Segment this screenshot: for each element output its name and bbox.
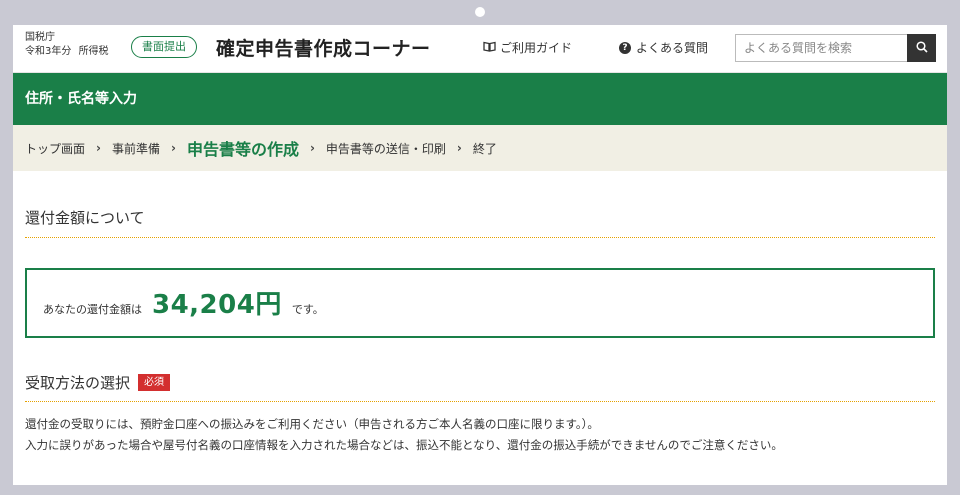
- faq-label: よくある質問: [636, 41, 709, 55]
- receipt-note-line1: 還付金の受取りには、預貯金口座への振込みをご利用ください（申告される方ご本人名義…: [25, 417, 599, 431]
- refund-amount-box: あなたの還付金額は 34,204円 です。: [25, 268, 935, 338]
- chevron-right-icon: ›: [309, 141, 315, 155]
- receipt-method-title: 受取方法の選択: [25, 374, 131, 392]
- browser-screen: 国税庁 令和3年分 所得税 書面提出 確定申告書作成コーナー ご利用ガイド ? …: [13, 25, 947, 485]
- faq-search: [735, 34, 936, 62]
- agency-name: 国税庁: [25, 32, 55, 43]
- book-icon: [483, 41, 496, 55]
- chevron-right-icon: ›: [456, 141, 462, 155]
- submit-method-badge: 書面提出: [131, 36, 197, 58]
- tax-year: 令和3年分: [25, 46, 72, 57]
- chevron-right-icon: ›: [96, 141, 101, 155]
- refund-heading: 還付金額について: [25, 207, 935, 238]
- site-title: 確定申告書作成コーナー: [216, 38, 431, 60]
- faq-search-input[interactable]: [735, 34, 907, 62]
- faq-link[interactable]: ? よくある質問: [619, 39, 708, 56]
- breadcrumb: トップ画面 › 事前準備 › 申告書等の作成 › 申告書等の送信・印刷 › 終了: [13, 125, 947, 171]
- main-content: 還付金額について あなたの還付金額は 34,204円 です。 受取方法の選択 必…: [13, 207, 947, 456]
- search-button[interactable]: [907, 34, 936, 62]
- refund-suffix: です。: [291, 303, 324, 316]
- receipt-note-line2: 入力に誤りがあった場合や屋号付名義の口座情報を入力された場合などは、振込不能とな…: [25, 438, 783, 452]
- device-frame: 国税庁 令和3年分 所得税 書面提出 確定申告書作成コーナー ご利用ガイド ? …: [0, 0, 960, 495]
- section-title-bar: 住所・氏名等入力: [13, 73, 947, 125]
- refund-amount: 34,204円: [152, 290, 282, 320]
- refund-prefix: あなたの還付金額は: [43, 303, 142, 316]
- chevron-right-icon: ›: [170, 141, 176, 155]
- breadcrumb-current-creation: 申告書等の作成: [186, 140, 299, 159]
- breadcrumb-top: トップ画面: [25, 141, 86, 156]
- usage-guide-link[interactable]: ご利用ガイド: [483, 39, 572, 56]
- receipt-method-heading: 受取方法の選択 必須: [25, 372, 935, 402]
- required-badge: 必須: [138, 374, 171, 391]
- question-circle-icon: ?: [619, 41, 631, 54]
- camera-dot: [475, 7, 485, 17]
- breadcrumb-finish: 終了: [472, 141, 497, 156]
- breadcrumb-send-print: 申告書等の送信・印刷: [325, 141, 446, 156]
- tax-type: 所得税: [78, 46, 109, 57]
- site-header: 国税庁 令和3年分 所得税 書面提出 確定申告書作成コーナー ご利用ガイド ? …: [13, 25, 947, 73]
- agency-info: 国税庁 令和3年分 所得税: [25, 31, 109, 59]
- usage-guide-label: ご利用ガイド: [500, 41, 573, 55]
- breadcrumb-preparation: 事前準備: [111, 141, 160, 156]
- search-icon: [915, 40, 928, 56]
- receipt-note: 還付金の受取りには、預貯金口座への振込みをご利用ください（申告される方ご本人名義…: [25, 414, 935, 456]
